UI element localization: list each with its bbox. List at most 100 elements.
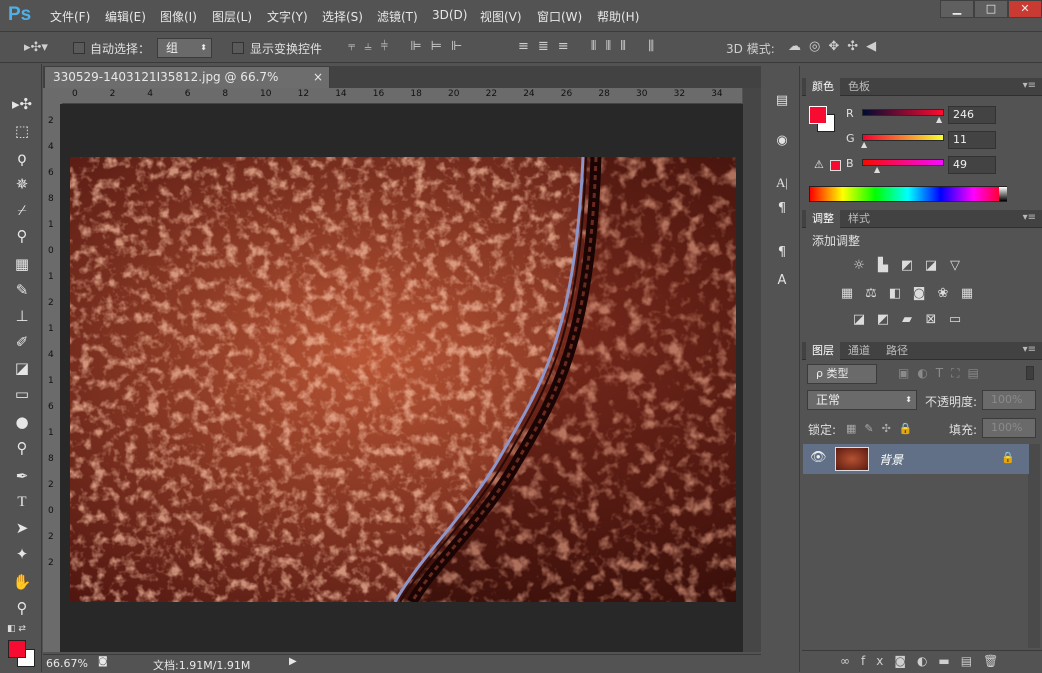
distribute-icons[interactable]: ≡≣≡ ⦀⦀⦀ ⫼ [518,39,663,54]
visibility-eye-icon[interactable]: 👁 [810,450,827,465]
pen-tool-icon[interactable]: ✒ [8,464,36,488]
align-icons[interactable]: ⫧⫨⫩ ⊫⊨⊩ [348,39,471,54]
menu-select[interactable]: 选择(S) [322,8,363,25]
black-white-icon[interactable]: ◧ [886,286,904,302]
blend-mode-dropdown[interactable]: 正常 ⬍ [807,390,917,410]
r-slider[interactable] [862,109,944,116]
hue-saturation-icon[interactable]: ▦ [838,286,856,302]
color-lookup-icon[interactable]: ▦ [958,286,976,302]
eyedropper-tool-icon[interactable]: ⚲ [8,224,36,248]
history-brush-tool-icon[interactable]: ✐ [8,330,36,354]
color-spectrum-bar[interactable] [809,186,1007,202]
healing-brush-tool-icon[interactable]: ▦ [8,252,36,276]
leather-image[interactable] [70,157,736,602]
threshold-icon[interactable]: ▰ [898,312,916,328]
layer-row-background[interactable]: 👁 背景 🔒 [803,444,1029,474]
zoom-tool-icon[interactable]: ⚲ [8,596,36,620]
eraser-tool-icon[interactable]: ◪ [8,356,36,380]
layer-actions-icons[interactable]: ∞fx◙◐▬▤🗑 [840,654,1009,668]
type-tool-icon[interactable]: T [8,490,36,514]
filter-toggle[interactable] [1026,366,1034,380]
r-value-input[interactable]: 246 [948,106,996,124]
layers-menu-icon[interactable]: ▾≡ [1023,344,1036,355]
g-slider-thumb-icon[interactable]: ▲ [861,140,867,149]
dodge-tool-icon[interactable]: ⚲ [8,436,36,460]
properties-panel-icon[interactable]: ◉ [770,130,794,152]
crop-tool-icon[interactable]: ⌿ [8,198,36,222]
posterize-icon[interactable]: ◩ [874,312,892,328]
b-slider-thumb-icon[interactable]: ▲ [874,165,880,174]
invert-icon[interactable]: ◪ [850,312,868,328]
status-menu-arrow-icon[interactable]: ▶ [289,656,297,667]
tab-swatches[interactable]: 色板 [842,78,876,96]
brightness-icon[interactable]: ☼ [850,258,868,274]
document-tab[interactable]: 330529-1403121I35812.jpg @ 66.7%(RGB/8#)… [44,66,330,104]
shape-tool-icon[interactable]: ✦ [8,542,36,566]
adjustments-menu-icon[interactable]: ▾≡ [1023,212,1036,223]
brush-tool-icon[interactable]: ✎ [8,278,36,302]
maximize-button[interactable]: □ [974,0,1008,18]
g-slider[interactable] [862,134,944,141]
vibrance-icon[interactable]: ▽ [946,258,964,274]
blur-tool-icon[interactable]: ● [8,410,36,434]
curves-icon[interactable]: ◩ [898,258,916,274]
selective-color-icon[interactable]: ⊠ [922,312,940,328]
close-button[interactable]: ✕ [1008,0,1042,18]
default-colors-icon[interactable]: ◧ ⇄ [7,624,26,634]
layer-filter-dropdown[interactable]: ρ 类型 [807,364,877,384]
channel-mixer-icon[interactable]: ❀ [934,286,952,302]
layer-filter-icons[interactable]: ▣◐T⛶▤ [898,366,987,381]
status-bar-icon[interactable]: ◙ [98,656,108,667]
gradient-map-icon[interactable]: ▭ [946,312,964,328]
foreground-color-chip[interactable] [809,106,827,124]
panel-menu-icon[interactable]: ▾≡ [1023,80,1036,91]
layer-name[interactable]: 背景 [879,451,903,468]
menu-view[interactable]: 视图(V) [480,8,522,25]
close-tab-icon[interactable]: × [313,67,323,87]
menu-edit[interactable]: 编辑(E) [105,8,146,25]
character-panel-icon[interactable]: A| [770,172,794,194]
opacity-input[interactable]: 100% [982,390,1036,410]
menu-filter[interactable]: 滤镜(T) [377,8,418,25]
menu-image[interactable]: 图像(I) [160,8,197,25]
r-slider-thumb-icon[interactable]: ▲ [936,115,942,124]
fill-input[interactable]: 100% [982,418,1036,438]
auto-select-dropdown[interactable]: 组 ⬍ [157,38,212,58]
foreground-color-swatch[interactable] [8,640,26,658]
show-transform-checkbox[interactable] [232,42,244,54]
move-tool-preset-icon[interactable]: ▸✣▾ [24,40,48,55]
paragraph-styles-icon[interactable]: ¶ [770,242,794,264]
tab-color[interactable]: 颜色 [806,78,840,96]
tab-styles[interactable]: 样式 [842,210,876,228]
tab-paths[interactable]: 路径 [880,342,914,360]
menu-3d[interactable]: 3D(D) [432,8,467,22]
history-panel-icon[interactable]: ▤ [770,90,794,112]
gradient-tool-icon[interactable]: ▭ [8,382,36,406]
move-tool-icon[interactable]: ▸✣ [8,92,36,116]
b-value-input[interactable]: 49 [948,156,996,174]
magic-wand-tool-icon[interactable]: ✵ [8,172,36,196]
tab-layers[interactable]: 图层 [806,342,840,360]
menu-window[interactable]: 窗口(W) [537,8,582,25]
levels-icon[interactable]: ▙ [874,258,892,274]
gamut-color-chip[interactable] [830,160,841,171]
tab-channels[interactable]: 通道 [842,342,876,360]
character-styles-icon[interactable]: A [770,270,794,292]
g-value-input[interactable]: 11 [948,131,996,149]
tab-adjustments[interactable]: 调整 [806,210,840,228]
black-white-ramp[interactable] [999,187,1007,201]
lock-icons[interactable]: ▦✎✣🔒 [846,422,921,435]
lasso-tool-icon[interactable]: ϙ [8,146,36,170]
3d-mode-icons[interactable]: ☁◎✥✣◀ [788,39,884,54]
zoom-level[interactable]: 66.67% [46,657,88,670]
layers-scrollbar[interactable] [1028,444,1040,648]
auto-select-checkbox[interactable] [73,42,85,54]
minimize-button[interactable]: ▁ [940,0,974,18]
paragraph-panel-icon[interactable]: ¶ [770,198,794,220]
menu-layer[interactable]: 图层(L) [212,8,252,25]
color-balance-icon[interactable]: ⚖ [862,286,880,302]
path-selection-tool-icon[interactable]: ➤ [8,516,36,540]
photo-filter-icon[interactable]: ◙ [910,286,928,302]
menu-type[interactable]: 文字(Y) [267,8,308,25]
menu-help[interactable]: 帮助(H) [597,8,639,25]
